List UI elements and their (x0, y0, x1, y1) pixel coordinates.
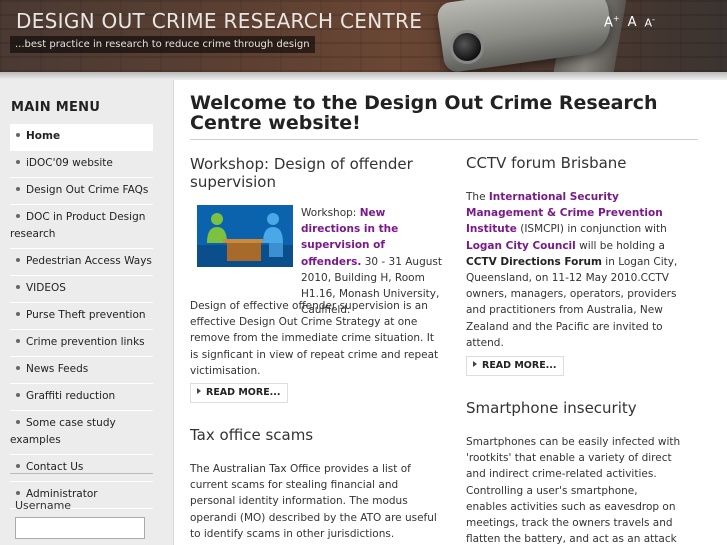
font-decrease-sup: - (652, 14, 655, 24)
bullet-icon (16, 214, 20, 218)
bullet-icon (16, 366, 20, 370)
workshop-illustration-image (197, 205, 293, 267)
cctv-text-2: (ISMCPI) in conjunction with (516, 223, 667, 236)
username-input[interactable] (15, 517, 145, 539)
menu-item-label: Pedestrian Access Ways (26, 255, 152, 267)
menu-item-label: iDOC'09 website (26, 157, 113, 169)
workshop-read-more-button[interactable]: READ MORE... (190, 383, 288, 403)
menu-item-label: VIDEOS (26, 282, 66, 294)
menu-item-label: Design Out Crime FAQs (26, 184, 149, 196)
bullet-icon (16, 491, 20, 495)
workshop-article-title[interactable]: Workshop: Design of offender supervision (190, 155, 440, 191)
page-title: Welcome to the Design Out Crime Research… (190, 92, 658, 134)
bullet-icon (16, 160, 20, 164)
tax-body: The Australian Tax Office provides a lis… (190, 463, 437, 540)
cctv-text-3: will be holding a (575, 239, 665, 252)
sidebar-divider (10, 473, 153, 474)
bullet-icon (16, 420, 20, 424)
menu-item-crime-links[interactable]: Crime prevention links (10, 330, 153, 357)
title-divider (190, 139, 698, 140)
font-increase-label: A (604, 15, 613, 31)
cctv-article-title[interactable]: CCTV forum Brisbane (466, 154, 706, 172)
menu-item-label: Graffiti reduction (26, 390, 116, 402)
font-size-controls: A+ A A- (604, 14, 655, 30)
menu-item-label: Some case study examples (10, 417, 116, 446)
workshop-body: Design of effective offender supervision… (190, 300, 439, 377)
menu-item-news-feeds[interactable]: News Feeds (10, 357, 153, 384)
read-more-label: READ MORE... (206, 387, 281, 398)
bullet-icon (16, 339, 20, 343)
font-reset-button[interactable]: A (628, 15, 637, 30)
camera-lens (450, 30, 484, 64)
smartphone-article-title[interactable]: Smartphone insecurity (466, 399, 706, 417)
menu-item-label: News Feeds (26, 363, 89, 375)
menu-item-product-design[interactable]: DOC in Product Design research (10, 205, 153, 249)
cctv-body: The International Security Management & … (466, 189, 681, 351)
bullet-icon (16, 133, 20, 137)
menu-item-graffiti[interactable]: Graffiti reduction (10, 384, 153, 411)
menu-item-faqs[interactable]: Design Out Crime FAQs (10, 178, 153, 205)
font-increase-button[interactable]: A+ (604, 14, 620, 30)
bullet-icon (16, 258, 20, 262)
menu-item-idoc09[interactable]: iDOC'09 website (10, 151, 153, 178)
font-decrease-label: A (644, 16, 653, 30)
cctv-text-1: The (466, 191, 489, 203)
read-more-label: READ MORE... (482, 360, 557, 371)
bullet-icon (16, 285, 20, 289)
menu-item-label: Purse Theft prevention (26, 309, 146, 321)
bullet-icon (16, 312, 20, 316)
bullet-icon (16, 187, 20, 191)
cctv-read-more-button[interactable]: READ MORE... (466, 356, 564, 376)
main-menu: Home iDOC'09 website Design Out Crime FA… (10, 124, 153, 509)
cctv-forum-name: CCTV Directions Forum (466, 255, 602, 268)
site-tagline: ...best practice in research to reduce c… (10, 36, 315, 53)
smartphone-body: Smartphones can be easily infected with … (466, 436, 681, 545)
site-header: DESIGN OUT CRIME RESEARCH CENTRE ...best… (0, 0, 727, 72)
menu-item-contact[interactable]: Contact Us (10, 455, 153, 482)
font-decrease-button[interactable]: A- (645, 15, 655, 30)
menu-item-home[interactable]: Home (10, 124, 153, 151)
menu-item-label: Crime prevention links (26, 336, 145, 348)
menu-item-label: Contact Us (26, 461, 84, 473)
menu-item-pedestrian[interactable]: Pedestrian Access Ways (10, 249, 153, 276)
workshop-intro-prefix: Workshop: (301, 207, 360, 219)
header-divider (0, 72, 727, 80)
cctv-text-4: in Logan City, Queensland, on 11-12 May … (466, 255, 678, 349)
font-increase-sup: + (612, 14, 620, 23)
play-arrow-icon (197, 388, 201, 394)
bullet-icon (16, 464, 20, 468)
sidebar: MAIN MENU Home iDOC'09 website Design Ou… (0, 80, 174, 545)
play-arrow-icon (473, 361, 477, 367)
username-label: Username (15, 499, 72, 512)
site-title[interactable]: DESIGN OUT CRIME RESEARCH CENTRE (16, 9, 422, 33)
menu-item-purse-theft[interactable]: Purse Theft prevention (10, 303, 153, 330)
menu-item-label: Home (26, 130, 61, 142)
menu-item-case-studies[interactable]: Some case study examples (10, 411, 153, 455)
menu-item-label: DOC in Product Design research (10, 211, 146, 240)
logan-city-council-link[interactable]: Logan City Council (466, 240, 576, 252)
main-menu-title: MAIN MENU (11, 100, 101, 115)
menu-item-videos[interactable]: VIDEOS (10, 276, 153, 303)
bullet-icon (16, 393, 20, 397)
tax-article-title[interactable]: Tax office scams (190, 426, 440, 444)
